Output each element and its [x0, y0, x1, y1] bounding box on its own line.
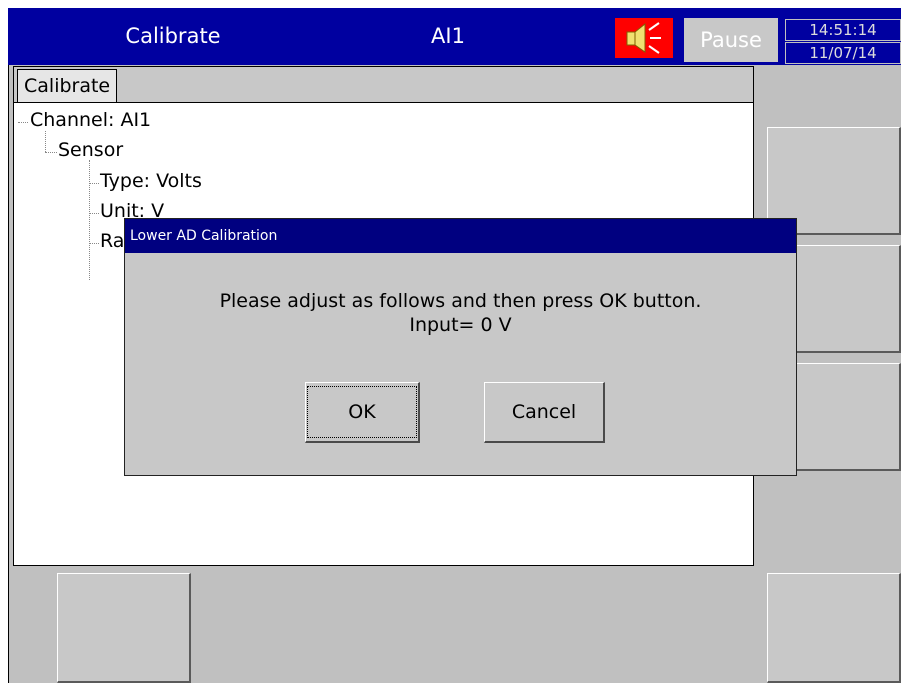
screen: Calibrate AI1 Pause 14:51:14 11/07/14 Ca… — [0, 0, 901, 683]
dialog-title: Lower AD Calibration — [125, 219, 796, 253]
tree-connector — [45, 152, 57, 153]
header-bar: Calibrate AI1 Pause 14:51:14 11/07/14 — [8, 8, 901, 65]
clock-time: 14:51:14 — [785, 19, 901, 41]
speaker-alarm-icon — [626, 22, 661, 54]
channel-label: AI1 — [431, 24, 465, 48]
tree-node-range[interactable]: Ra — [100, 230, 124, 252]
tree-connector — [89, 160, 90, 280]
cancel-button-label: Cancel — [511, 401, 577, 423]
calibration-dialog: Lower AD Calibration Please adjust as fo… — [124, 218, 797, 476]
pause-button[interactable]: Pause — [684, 18, 778, 62]
tree-connector — [89, 183, 99, 184]
tree-node-sensor[interactable]: Sensor — [58, 139, 123, 161]
tree-connector — [18, 122, 28, 123]
tree-connector — [89, 243, 99, 244]
bottom-button-1[interactable] — [57, 573, 191, 683]
tab-strip: Calibrate — [14, 67, 753, 103]
screen-title: Calibrate — [125, 24, 221, 48]
alarm-button[interactable] — [615, 18, 673, 58]
ok-button-label: OK — [307, 386, 417, 438]
clock: 14:51:14 11/07/14 — [785, 19, 901, 64]
clock-date: 11/07/14 — [785, 42, 901, 64]
cancel-button[interactable]: Cancel — [484, 382, 605, 443]
tab-calibrate[interactable]: Calibrate — [17, 69, 118, 102]
tree-connector — [45, 131, 46, 152]
tree-connector — [89, 213, 99, 214]
dialog-message-line1: Please adjust as follows and then press … — [219, 290, 702, 312]
dialog-message: Please adjust as follows and then press … — [125, 289, 796, 337]
ok-button[interactable]: OK — [305, 382, 420, 443]
tree-node-type[interactable]: Type: Volts — [100, 170, 202, 192]
side-button-4[interactable] — [767, 573, 901, 683]
tree-node-channel[interactable]: Channel: AI1 — [30, 109, 151, 131]
dialog-message-line2: Input= 0 V — [409, 314, 512, 336]
